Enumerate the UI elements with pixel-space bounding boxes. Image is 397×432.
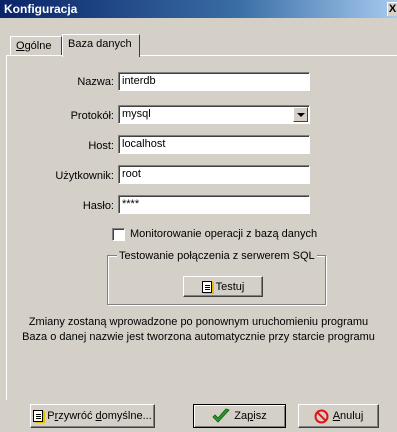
cancel-button-label: Anuluj <box>332 410 364 422</box>
password-field-value: **** <box>122 198 140 210</box>
close-icon: X <box>388 3 397 15</box>
name-label: Nazwa: <box>77 76 114 88</box>
tab-general-label: gólne <box>24 40 52 52</box>
cancel-icon <box>314 409 329 424</box>
user-field-value: root <box>122 168 141 180</box>
document-icon <box>33 410 44 422</box>
protocol-select[interactable]: mysql <box>118 105 310 124</box>
tab-database-label: Baza danych <box>68 38 132 50</box>
user-field[interactable]: root <box>118 165 310 184</box>
checkmark-icon <box>212 408 230 424</box>
password-label: Hasło: <box>82 200 114 212</box>
monitor-checkbox[interactable] <box>112 228 125 241</box>
dropdown-arrow-icon[interactable] <box>293 107 308 122</box>
tab-general[interactable]: Ogólne <box>10 36 62 56</box>
monitor-checkbox-label[interactable]: Monitorowanie operacji z bazą danych <box>130 228 317 240</box>
tab-general-accel: O <box>16 40 25 52</box>
protocol-select-value: mysql <box>122 108 151 120</box>
protocol-label: Protokół: <box>70 110 114 122</box>
tab-database[interactable]: Baza danych <box>62 34 140 57</box>
title-bar[interactable]: Konfiguracja X <box>0 0 397 18</box>
info-line-restart: Zmiany zostaną wprowadzone po ponownym u… <box>28 316 369 328</box>
test-connection-button[interactable]: Testuj <box>183 276 263 297</box>
password-field[interactable]: **** <box>118 195 310 214</box>
save-button-label: Zapisz <box>234 410 267 422</box>
user-label: Użytkownik: <box>55 170 114 182</box>
cancel-button[interactable]: Anuluj <box>298 404 379 428</box>
host-label: Host: <box>88 140 114 152</box>
restore-defaults-label: Przywróć domyślne... <box>47 410 152 422</box>
save-button[interactable]: Zapisz <box>193 404 286 428</box>
host-field-value: localhost <box>122 138 166 150</box>
close-button[interactable]: X <box>387 2 397 16</box>
test-connection-label: Testuj <box>215 280 245 293</box>
sql-test-group-title: Testowanie połączenia z serwerem SQL <box>117 250 317 262</box>
document-icon <box>201 280 212 293</box>
restore-defaults-button[interactable]: Przywróć domyślne... <box>30 404 155 428</box>
window-title: Konfiguracja <box>4 2 78 16</box>
name-field-value: interdb <box>122 75 156 87</box>
host-field[interactable]: localhost <box>118 135 310 154</box>
name-field[interactable]: interdb <box>118 72 310 91</box>
configuration-dialog: Konfiguracja X Ogólne Baza danych Nazwa:… <box>0 0 397 432</box>
info-line-autocreate: Baza o danej nazwie jest tworzona automa… <box>22 331 375 343</box>
